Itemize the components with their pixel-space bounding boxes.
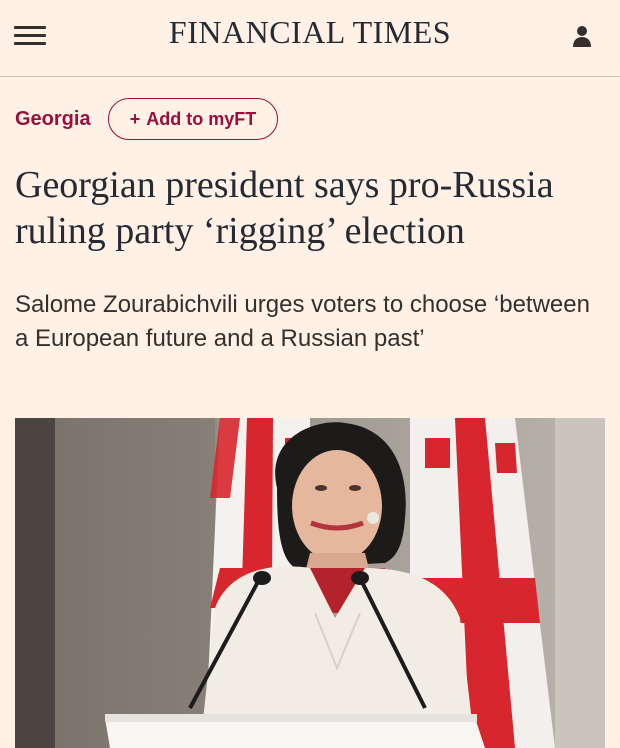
topic-link[interactable]: Georgia bbox=[15, 108, 91, 131]
add-to-myft-label: Add to myFT bbox=[146, 108, 257, 129]
add-to-myft-button[interactable]: + Add to myFT bbox=[108, 98, 278, 140]
user-icon[interactable] bbox=[570, 24, 594, 48]
site-header: FINANCIAL TIMES bbox=[0, 0, 620, 77]
plus-icon: + bbox=[129, 108, 141, 129]
site-logo[interactable]: FINANCIAL TIMES bbox=[0, 14, 620, 51]
article-standfirst: Salome Zourabichvili urges voters to cho… bbox=[15, 291, 590, 352]
article-headline: Georgian president says pro-Russia rulin… bbox=[15, 164, 554, 252]
article-photo bbox=[15, 418, 605, 748]
